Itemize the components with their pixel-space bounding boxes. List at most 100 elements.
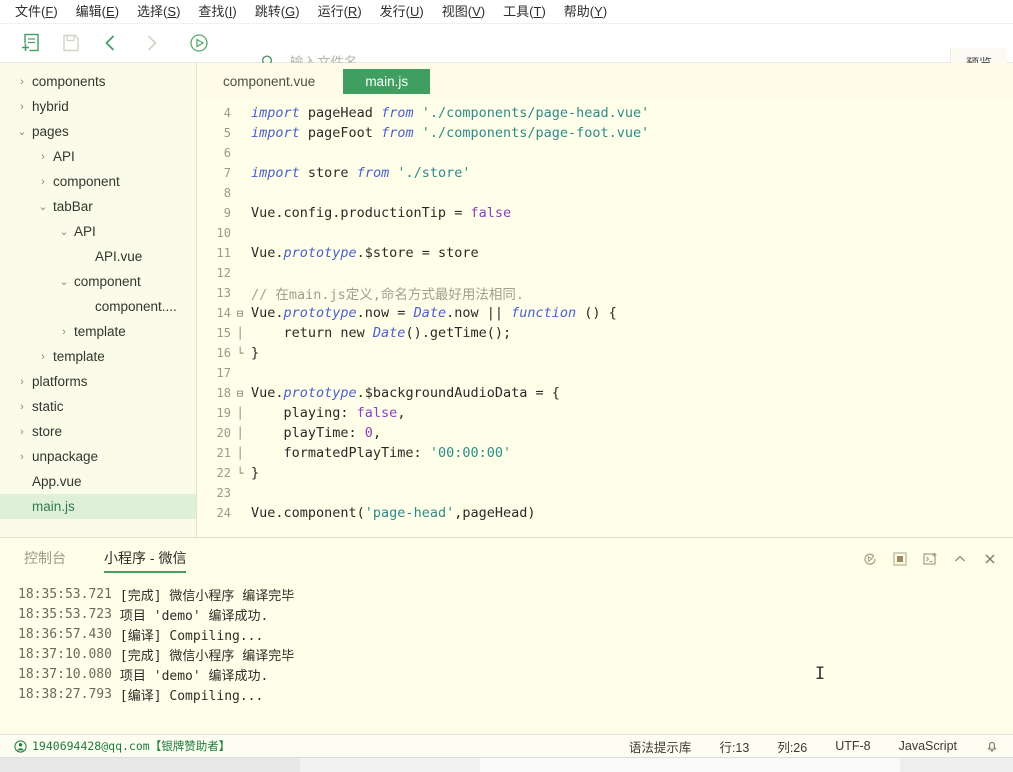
close-icon[interactable] xyxy=(975,546,1005,572)
code-line[interactable]: 10 xyxy=(197,223,1013,243)
console-output[interactable]: 18:35:53.721 [完成] 微信小程序 编译完毕 18:35:53.723 项… xyxy=(0,578,1013,734)
menu-item-f[interactable]: 文件(F) xyxy=(6,2,67,22)
save-icon[interactable] xyxy=(54,26,88,60)
log-timestamp: 18:36:57.430 xyxy=(18,626,112,642)
tree-item-store[interactable]: › store xyxy=(0,419,196,444)
fold-toggle-icon[interactable]: ⊟ xyxy=(233,387,247,400)
tree-item-component[interactable]: ⌄ component xyxy=(0,269,196,294)
status-item-2[interactable]: 列:26 xyxy=(763,737,821,756)
console-log-line: 18:38:27.793 [编译] Compiling... xyxy=(18,684,1013,704)
console-tab-miniprogram-wechat[interactable]: 小程序 - 微信 xyxy=(104,543,187,573)
log-message: [完成] 微信小程序 编译完毕 xyxy=(119,648,295,664)
tree-item-template[interactable]: › template xyxy=(0,319,196,344)
code-view[interactable]: 4 import pageHead from './components/page… xyxy=(197,99,1013,537)
bell-icon[interactable] xyxy=(971,739,1003,753)
code-line[interactable]: 15 │ return new Date().getTime(); xyxy=(197,323,1013,343)
chevron-down-icon[interactable]: ⌄ xyxy=(56,275,72,288)
code-line[interactable]: 18 ⊟ Vue.prototype.$backgroundAudioData = … xyxy=(197,383,1013,403)
code-line[interactable]: 20 │ playTime: 0, xyxy=(197,423,1013,443)
tree-item-mainjs[interactable]: ·main.js xyxy=(0,494,196,519)
code-line[interactable]: 4 import pageHead from './components/page… xyxy=(197,103,1013,123)
indent-guide: │ xyxy=(236,326,244,340)
menu-item-r[interactable]: 运行(R) xyxy=(309,2,371,22)
line-number: 7 xyxy=(223,166,231,180)
stop-icon[interactable] xyxy=(885,546,915,572)
chevron-right-icon[interactable]: › xyxy=(35,151,51,163)
editor-tab-mainjs[interactable]: main.js xyxy=(343,68,431,94)
account-status[interactable]: 1940694428@qq.com【银牌赞助者】 xyxy=(0,738,230,754)
taskbar-seg-1 xyxy=(0,758,300,772)
code-line[interactable]: 13 // 在main.js定义,命名方式最好用法相同. xyxy=(197,283,1013,303)
status-item-4[interactable]: JavaScript xyxy=(885,739,971,753)
menu-item-s[interactable]: 选择(S) xyxy=(128,2,189,22)
chevron-right-icon[interactable]: › xyxy=(14,401,30,413)
collapse-up-icon[interactable] xyxy=(945,546,975,572)
chevron-right-icon[interactable]: › xyxy=(14,101,30,113)
restart-icon[interactable] xyxy=(855,546,885,572)
status-item-1[interactable]: 行:13 xyxy=(705,737,763,756)
chevron-right-icon[interactable]: › xyxy=(14,76,30,88)
menu-item-v[interactable]: 视图(V) xyxy=(433,2,494,22)
status-item-0[interactable]: 语法提示库 xyxy=(615,737,706,756)
code-line[interactable]: 6 xyxy=(197,143,1013,163)
user-icon xyxy=(14,739,27,753)
line-number: 17 xyxy=(216,366,231,380)
code-line[interactable]: 16 └} xyxy=(197,343,1013,363)
back-arrow-icon[interactable] xyxy=(94,26,128,60)
code-line[interactable]: 8 xyxy=(197,183,1013,203)
console-log-line: 18:37:10.080 [完成] 微信小程序 编译完毕 xyxy=(18,644,1013,664)
new-file-icon[interactable] xyxy=(14,26,48,60)
tree-item-component[interactable]: ·component.... xyxy=(0,294,196,319)
new-terminal-icon[interactable] xyxy=(915,546,945,572)
console-tab-console[interactable]: 控制台 xyxy=(24,543,66,573)
run-icon[interactable] xyxy=(182,26,216,60)
code-line[interactable]: 7 import store from './store' xyxy=(197,163,1013,183)
tree-item-api[interactable]: ⌄ API xyxy=(0,219,196,244)
chevron-down-icon[interactable]: ⌄ xyxy=(35,200,51,213)
code-line[interactable]: 9 Vue.config.productionTip = false xyxy=(197,203,1013,223)
chevron-down-icon[interactable]: ⌄ xyxy=(56,225,72,238)
menu-item-g[interactable]: 跳转(G) xyxy=(246,2,309,22)
line-number: 16 xyxy=(216,346,231,360)
code-line[interactable]: 11 Vue.prototype.$store = store xyxy=(197,243,1013,263)
tree-item-platforms[interactable]: › platforms xyxy=(0,369,196,394)
status-item-3[interactable]: UTF-8 xyxy=(821,739,884,753)
code-line[interactable]: 23 xyxy=(197,483,1013,503)
tree-item-api[interactable]: › API xyxy=(0,144,196,169)
tree-item-hybrid[interactable]: › hybrid xyxy=(0,94,196,119)
tree-item-components[interactable]: › components xyxy=(0,69,196,94)
tree-item-component[interactable]: › component xyxy=(0,169,196,194)
fold-toggle-icon[interactable]: ⊟ xyxy=(233,307,247,320)
chevron-right-icon[interactable]: › xyxy=(14,376,30,388)
code-line[interactable]: 14 ⊟ Vue.prototype.now = Date.now || funct… xyxy=(197,303,1013,323)
tree-item-unpackage[interactable]: › unpackage xyxy=(0,444,196,469)
code-line[interactable]: 17 xyxy=(197,363,1013,383)
chevron-right-icon[interactable]: › xyxy=(35,351,51,363)
menu-item-y[interactable]: 帮助(Y) xyxy=(555,2,616,22)
code-line[interactable]: 19 │ playing: false, xyxy=(197,403,1013,423)
editor-tab-componentvue[interactable]: component.vue xyxy=(211,69,327,93)
forward-arrow-icon[interactable] xyxy=(134,26,168,60)
chevron-right-icon[interactable]: › xyxy=(35,176,51,188)
tree-item-template[interactable]: › template xyxy=(0,344,196,369)
chevron-down-icon[interactable]: ⌄ xyxy=(14,125,30,138)
code-line[interactable]: 22 └} xyxy=(197,463,1013,483)
code-line[interactable]: 5 import pageFoot from './components/page… xyxy=(197,123,1013,143)
menu-item-t[interactable]: 工具(T) xyxy=(494,2,555,22)
tree-item-tabbar[interactable]: ⌄ tabBar xyxy=(0,194,196,219)
chevron-right-icon[interactable]: › xyxy=(14,426,30,438)
tree-item-apivue[interactable]: ·API.vue xyxy=(0,244,196,269)
tree-item-pages[interactable]: ⌄ pages xyxy=(0,119,196,144)
file-explorer[interactable]: › components › hybrid ⌄ pages › API › component ⌄ t… xyxy=(0,63,197,537)
chevron-right-icon[interactable]: › xyxy=(14,451,30,463)
code-line[interactable]: 24 Vue.component('page-head',pageHead) xyxy=(197,503,1013,523)
console-action-buttons xyxy=(855,546,1005,572)
code-line[interactable]: 12 xyxy=(197,263,1013,283)
code-line[interactable]: 21 │ formatedPlayTime: '00:00:00' xyxy=(197,443,1013,463)
menu-item-e[interactable]: 编辑(E) xyxy=(67,2,128,22)
chevron-right-icon[interactable]: › xyxy=(56,326,72,338)
menu-item-i[interactable]: 查找(I) xyxy=(189,2,245,22)
menu-item-u[interactable]: 发行(U) xyxy=(371,2,433,22)
tree-item-appvue[interactable]: ·App.vue xyxy=(0,469,196,494)
tree-item-static[interactable]: › static xyxy=(0,394,196,419)
